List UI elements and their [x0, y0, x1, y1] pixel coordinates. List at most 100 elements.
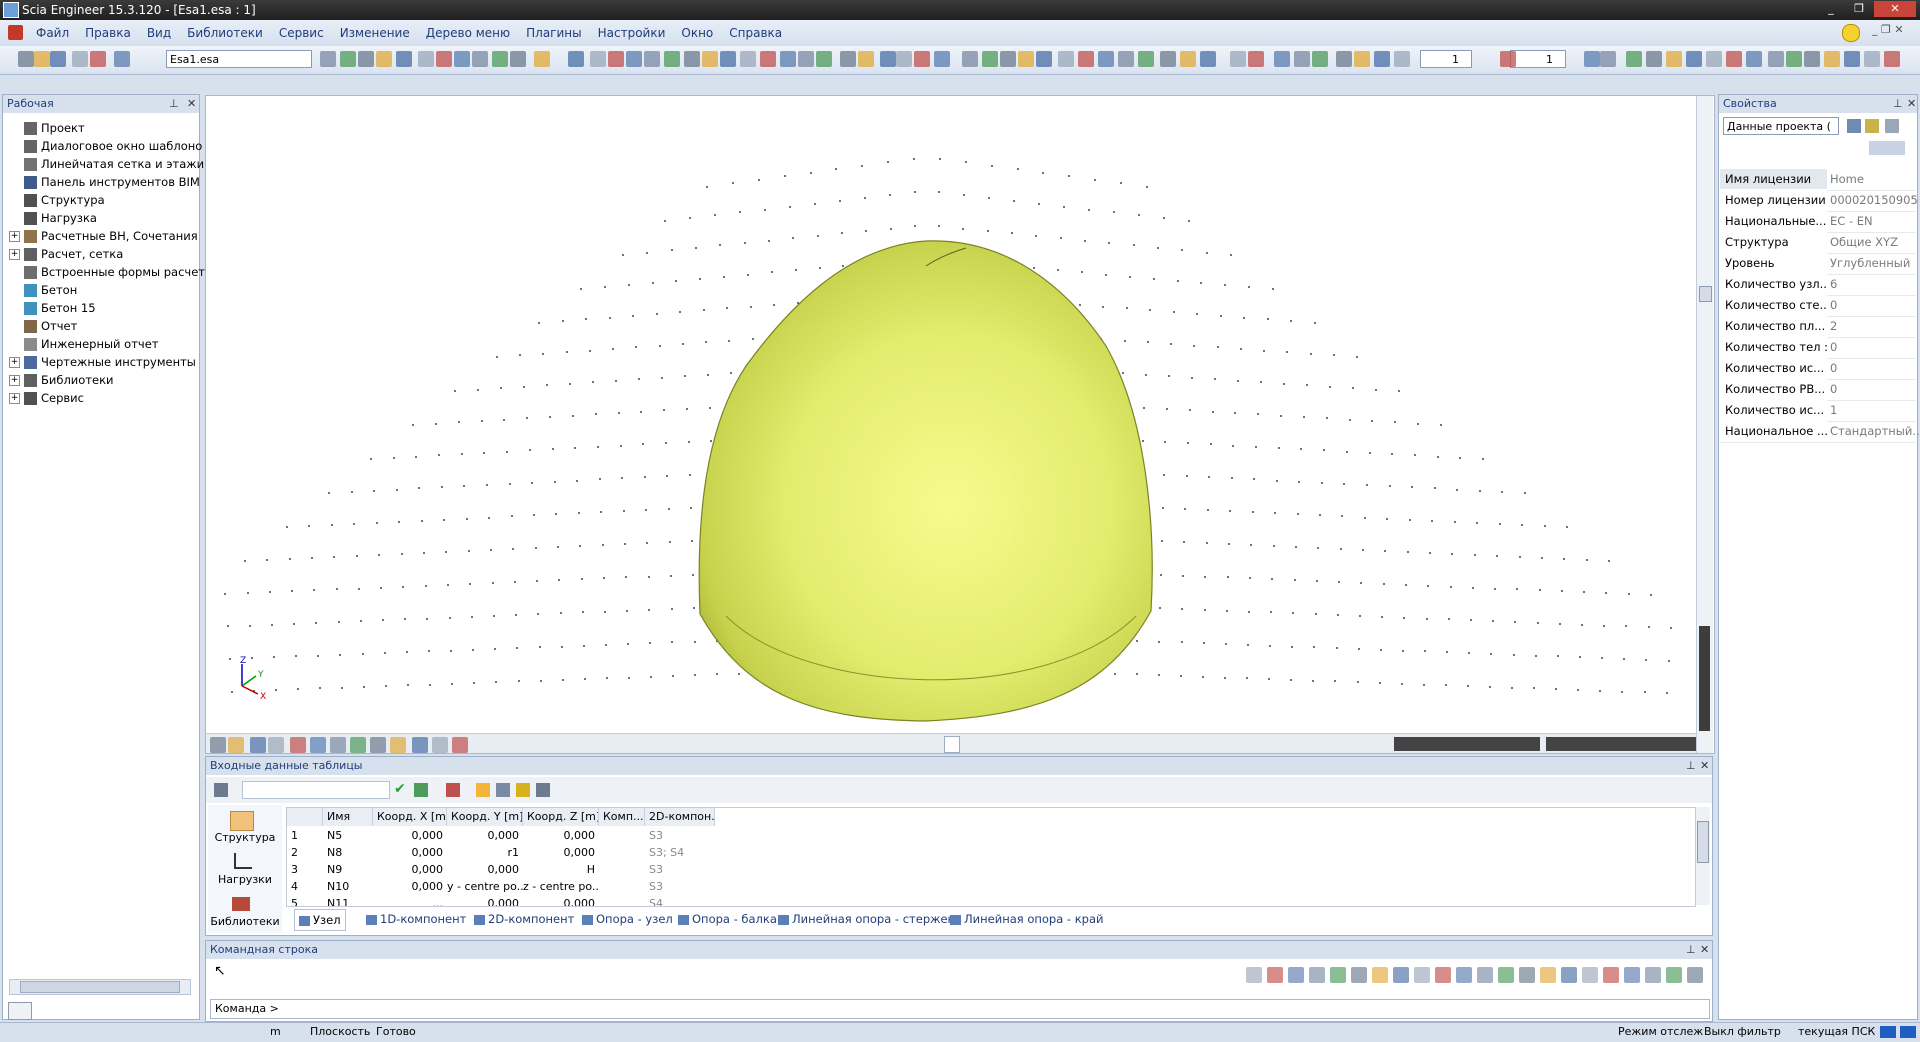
pin-icon[interactable]: ⊥ [1686, 941, 1696, 959]
property-row[interactable]: Имя лицензии Home [1720, 169, 1916, 191]
toolbar-icon[interactable] [320, 51, 336, 67]
toolbar-icon[interactable] [1864, 51, 1880, 67]
expand-icon[interactable]: + [9, 393, 20, 404]
toolbar-icon[interactable] [1354, 51, 1370, 67]
view-slider-a[interactable] [1394, 737, 1540, 751]
status-plane[interactable]: Плоскость [310, 1023, 370, 1041]
close-button[interactable]: ✕ [1874, 1, 1916, 17]
toolbar-icon[interactable] [780, 51, 796, 67]
side-loads[interactable]: Нагрузки [208, 873, 282, 886]
tree-item[interactable]: Панель инструментов BIM [9, 173, 200, 191]
menu-item[interactable]: Окно [673, 20, 721, 46]
command-tool-icon[interactable] [1645, 967, 1661, 983]
command-tool-icon[interactable] [1330, 967, 1346, 983]
tree-item[interactable]: Бетон [9, 281, 77, 299]
toolbar-icon[interactable] [1786, 51, 1802, 67]
view-toolbar-icon[interactable] [228, 737, 244, 753]
property-row[interactable]: Количество ис... 0 [1720, 358, 1916, 380]
load-icon[interactable] [234, 853, 252, 869]
tree-item[interactable]: Нагрузка [9, 209, 97, 227]
table-cell[interactable]: 0,000 [373, 878, 447, 895]
command-tool-icon[interactable] [1519, 967, 1535, 983]
command-tool-icon[interactable] [1666, 967, 1682, 983]
toolbar-icon[interactable] [1036, 51, 1052, 67]
toolbar-icon[interactable] [376, 51, 392, 67]
table-tab[interactable]: 2D-компонент [474, 909, 574, 929]
table-cell[interactable] [599, 878, 645, 895]
toolbar-icon[interactable] [896, 51, 912, 67]
property-value[interactable]: 0 [1826, 295, 1920, 315]
table-tab[interactable]: Линейная опора - стержень [778, 909, 962, 929]
document-icon[interactable] [8, 25, 23, 40]
property-value[interactable]: 0 [1826, 358, 1920, 378]
view-toolbar-icon[interactable] [210, 737, 226, 753]
toolbar-icon[interactable] [1804, 51, 1820, 67]
menu-item[interactable]: Сервис [271, 20, 332, 46]
view-toolbar-icon[interactable] [432, 737, 448, 753]
view-slider[interactable] [1699, 626, 1710, 731]
minimize-button[interactable]: _ [1818, 1, 1844, 17]
toolbar-icon[interactable] [1686, 51, 1702, 67]
smiley-icon[interactable] [1842, 24, 1860, 42]
property-row[interactable]: Количество тел :0 [1720, 337, 1916, 359]
toolbar-icon[interactable] [1118, 51, 1134, 67]
toolbar-icon[interactable] [534, 51, 550, 67]
menu-item[interactable]: Файл [28, 20, 77, 46]
toolbar-icon[interactable] [1230, 51, 1246, 67]
table-cell[interactable] [599, 844, 645, 861]
toolbar-icon[interactable] [1884, 51, 1900, 67]
table-cell[interactable]: 0,000 [523, 895, 599, 906]
table-cell[interactable]: N9 [323, 861, 373, 878]
command-tool-icon[interactable] [1246, 967, 1262, 983]
table-cell[interactable]: N5 [323, 827, 373, 844]
command-tool-icon[interactable] [1540, 967, 1556, 983]
property-value[interactable]: EC - EN [1826, 211, 1920, 231]
table-tab[interactable]: Опора - балка [678, 909, 777, 929]
toolbar-icon[interactable] [1824, 51, 1840, 67]
status-filter[interactable]: Выкл фильтр [1704, 1023, 1781, 1041]
menu-item[interactable]: Изменение [332, 20, 418, 46]
edit-icon[interactable] [1885, 119, 1899, 133]
view-toolbar-icon[interactable] [370, 737, 386, 753]
toolbar-icon[interactable] [72, 51, 88, 67]
table-cell[interactable]: N10 [323, 878, 373, 895]
command-tool-icon[interactable] [1624, 967, 1640, 983]
tree-item[interactable]: + Расчетные ВН, Сочетания [9, 227, 198, 245]
columns-icon[interactable] [496, 783, 510, 797]
status-snap[interactable]: Режим отслеж [1618, 1023, 1703, 1041]
side-structure[interactable]: Структура [208, 831, 282, 844]
toolbar-icon[interactable] [644, 51, 660, 67]
toolbar-icon[interactable] [1200, 51, 1216, 67]
table-tab[interactable]: Линейная опора - край [950, 909, 1104, 929]
table-vscrollbar[interactable] [1696, 807, 1710, 905]
tree-item[interactable]: Проект [9, 119, 85, 137]
table-filter-input[interactable] [242, 781, 390, 799]
expand-icon[interactable]: + [9, 357, 20, 368]
table-cell[interactable]: 0,000 [447, 895, 523, 906]
toolbar-icon[interactable] [50, 51, 66, 67]
property-row[interactable]: Количество узл... 6 [1720, 274, 1916, 296]
command-tool-icon[interactable] [1435, 967, 1451, 983]
table-column-header[interactable]: Коорд. Z [m] [523, 808, 599, 826]
toolbar-icon[interactable] [418, 51, 434, 67]
table-tab[interactable]: Опора - узел [582, 909, 673, 929]
view-mode-icon[interactable] [1869, 141, 1905, 155]
toolbar-icon[interactable] [840, 51, 856, 67]
table-cell[interactable]: 0,000 [373, 827, 447, 844]
property-value[interactable]: 0 [1826, 379, 1920, 399]
command-tool-icon[interactable] [1267, 967, 1283, 983]
toolbar-icon[interactable] [1058, 51, 1074, 67]
toolbar-icon[interactable] [1336, 51, 1352, 67]
table-cell[interactable]: 0,000 [373, 861, 447, 878]
table-cell[interactable]: S3 [645, 878, 715, 895]
table-cell[interactable] [599, 895, 645, 906]
toolbar-icon[interactable] [90, 51, 106, 67]
toolbar-icon[interactable] [1312, 51, 1328, 67]
workspace-toggle-button[interactable] [8, 1002, 32, 1020]
check-icon[interactable]: ✔ [394, 781, 406, 797]
mdi-window-controls[interactable]: _ ❐ ✕ [1872, 23, 1904, 36]
command-tool-icon[interactable] [1351, 967, 1367, 983]
grid-settings-icon[interactable] [536, 783, 550, 797]
table-cell[interactable]: 0,000 [523, 844, 599, 861]
command-input[interactable]: Команда > [210, 999, 1710, 1019]
